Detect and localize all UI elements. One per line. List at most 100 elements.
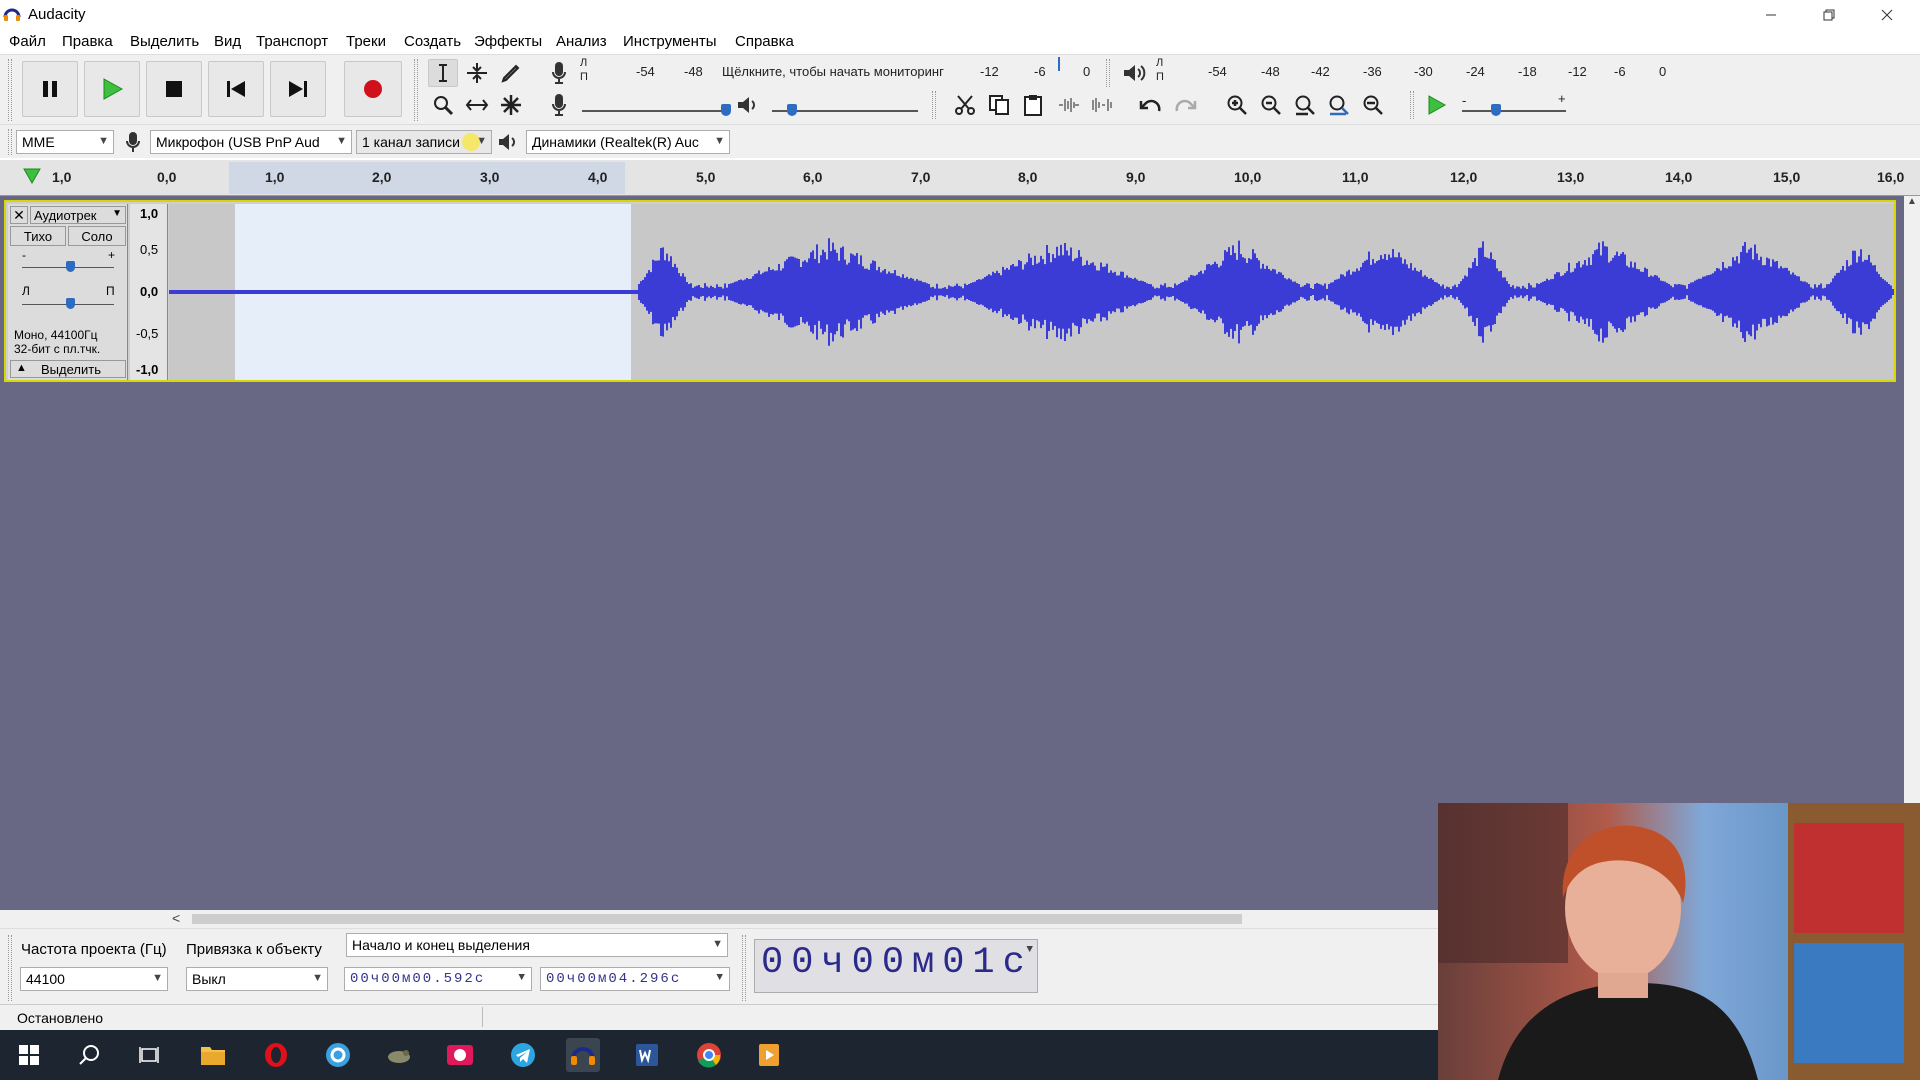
snap-select[interactable]: Выкл ▼ — [186, 967, 328, 991]
audio-track[interactable]: ✕ Аудиотрек ▼ Тихо Соло - + Л П Моно, 441… — [4, 200, 1896, 382]
selection-mode-select[interactable]: Начало и конец выделения ▼ — [346, 933, 728, 957]
multi-tool-button[interactable] — [496, 91, 526, 119]
collapse-triangle-icon[interactable]: ▲ — [16, 362, 27, 374]
chevron-down-icon: ▼ — [312, 972, 323, 984]
menu-tools[interactable]: Инструменты — [623, 33, 717, 50]
creature-icon — [388, 1050, 410, 1063]
copy-button[interactable] — [984, 91, 1014, 119]
fit-selection-button[interactable] — [1290, 91, 1320, 119]
selection-start-time[interactable]: 00ч00м00.592с ▼ — [344, 967, 532, 991]
track-select-button[interactable]: ▲ Выделить — [10, 360, 126, 378]
toolbar-grip[interactable] — [932, 91, 936, 119]
undo-button[interactable] — [1136, 91, 1166, 119]
selection-tool-button[interactable] — [428, 59, 458, 87]
menu-help[interactable]: Справка — [735, 33, 794, 50]
cut-button[interactable] — [950, 91, 980, 119]
scale-label: 0,5 — [140, 242, 159, 257]
waveform — [169, 238, 1894, 346]
menu-effects[interactable]: Эффекты — [474, 33, 542, 50]
zoom-toggle-button[interactable] — [1358, 91, 1388, 119]
task-view-icon — [139, 1047, 159, 1063]
record-meter-hint[interactable]: Щёлкните, чтобы начать мониторинг — [722, 64, 944, 79]
project-rate-select[interactable]: 44100 ▼ — [20, 967, 168, 991]
audio-position-display[interactable]: 00ч00м01с ▼ — [754, 939, 1038, 993]
audacity-app[interactable] — [566, 1038, 600, 1072]
stop-button[interactable] — [146, 61, 202, 117]
selection-end-time[interactable]: 00ч00м04.296с ▼ — [540, 967, 730, 991]
close-window-button[interactable] — [1858, 0, 1916, 30]
menu-transport[interactable]: Транспорт — [256, 33, 328, 50]
menu-view[interactable]: Вид — [214, 33, 241, 50]
horizontal-scrollbar[interactable]: < — [0, 910, 1438, 928]
word-app[interactable] — [630, 1038, 664, 1072]
track-name-menu[interactable]: Аудиотрек ▼ — [30, 206, 126, 224]
skip-start-button[interactable] — [208, 61, 264, 117]
pause-button[interactable] — [22, 61, 78, 117]
menu-file[interactable]: Файл — [9, 33, 46, 50]
trim-button[interactable] — [1054, 91, 1084, 119]
play-speed-slider[interactable] — [1491, 104, 1501, 116]
play-meter-speaker-icon[interactable] — [1120, 59, 1148, 87]
mute-button[interactable]: Тихо — [10, 226, 66, 246]
waveform-area[interactable] — [169, 204, 1894, 380]
play-head-triangle-icon[interactable] — [22, 167, 42, 185]
play-at-speed-button[interactable] — [1422, 91, 1452, 119]
ruler-tick: 3,0 — [480, 169, 500, 185]
start-button[interactable] — [12, 1038, 46, 1072]
toolbar-grip[interactable] — [8, 129, 12, 155]
opera-app[interactable] — [259, 1038, 293, 1072]
audio-host-select[interactable]: MME ▼ — [16, 130, 114, 154]
menu-tracks[interactable]: Треки — [346, 33, 386, 50]
settings-app[interactable] — [321, 1038, 355, 1072]
recording-device-select[interactable]: Микрофон (USB PnP Aud ▼ — [150, 130, 352, 154]
timeshift-tool-button[interactable] — [462, 91, 492, 119]
restore-button[interactable] — [1800, 0, 1858, 30]
paste-button[interactable] — [1018, 91, 1048, 119]
menu-edit[interactable]: Правка — [62, 33, 113, 50]
skip-end-button[interactable] — [270, 61, 326, 117]
scroll-up-icon[interactable]: ▲ — [1907, 196, 1917, 207]
record-meter-mic-icon[interactable] — [546, 59, 572, 87]
toolbar-grip[interactable] — [414, 59, 418, 121]
envelope-tool-button[interactable] — [462, 59, 492, 87]
input-volume-slider[interactable] — [721, 104, 731, 116]
chrome-app[interactable] — [692, 1038, 726, 1072]
zoom-out-button[interactable] — [1256, 91, 1286, 119]
solo-button[interactable]: Соло — [68, 226, 126, 246]
scroll-left-icon[interactable]: < — [172, 910, 180, 926]
minimize-button[interactable] — [1742, 0, 1800, 30]
vertical-scale[interactable]: 1,0 0,5 0,0 -0,5 -1,0 — [130, 204, 168, 380]
mic-icon — [122, 130, 144, 154]
pan-slider[interactable] — [66, 298, 75, 309]
explorer-app[interactable] — [196, 1038, 230, 1072]
toolbar-grip[interactable] — [1106, 59, 1110, 87]
ruler-tick: 10,0 — [1234, 169, 1262, 185]
playback-device-select[interactable]: Динамики (Realtek(R) Auc ▼ — [526, 130, 730, 154]
timeline-ruler[interactable]: 1,0 0,0 1,0 2,0 3,0 4,0 5,0 6,0 7,0 8,0 … — [0, 160, 1920, 196]
gain-slider[interactable] — [66, 261, 75, 272]
scroll-thumb[interactable] — [192, 914, 1242, 924]
fit-project-button[interactable] — [1324, 91, 1354, 119]
zoom-in-button[interactable] — [1222, 91, 1252, 119]
video-app[interactable] — [752, 1038, 786, 1072]
play-button[interactable] — [84, 61, 140, 117]
menu-generate[interactable]: Создать — [404, 33, 461, 50]
telegram-app[interactable] — [506, 1038, 540, 1072]
draw-tool-button[interactable] — [496, 59, 526, 87]
toolbar-grip[interactable] — [8, 935, 12, 1001]
record-button[interactable] — [344, 61, 402, 117]
output-volume-slider[interactable] — [787, 104, 797, 116]
toolbar-grip[interactable] — [8, 59, 12, 121]
silence-button[interactable] — [1088, 91, 1118, 119]
track-close-button[interactable]: ✕ — [10, 206, 28, 224]
game-app[interactable] — [382, 1038, 416, 1072]
menu-select[interactable]: Выделить — [130, 33, 199, 50]
menu-analyze[interactable]: Анализ — [556, 33, 607, 50]
media-app[interactable] — [443, 1038, 477, 1072]
toolbar-grip[interactable] — [742, 935, 746, 1001]
search-button[interactable] — [73, 1038, 107, 1072]
toolbar-grip[interactable] — [1410, 91, 1414, 119]
redo-button[interactable] — [1170, 91, 1200, 119]
task-view-button[interactable] — [132, 1038, 166, 1072]
zoom-tool-button[interactable] — [428, 91, 458, 119]
